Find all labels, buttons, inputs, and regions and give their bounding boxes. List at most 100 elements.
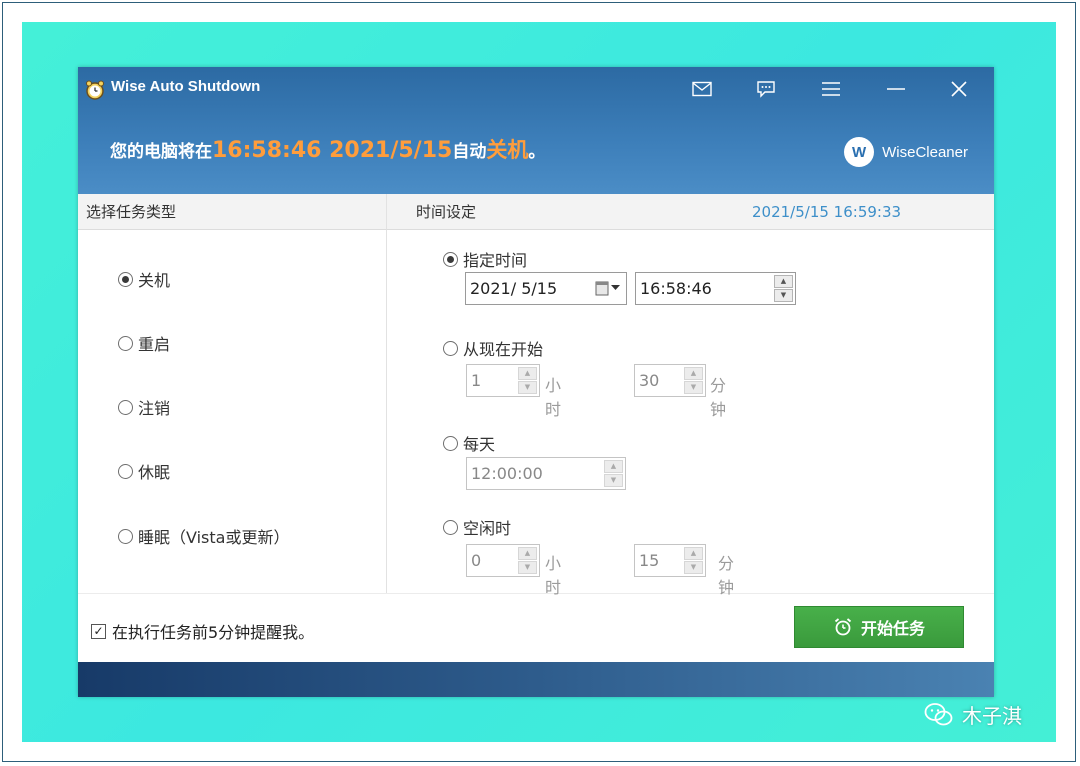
start-task-button[interactable]: 开始任务: [794, 606, 964, 648]
wechat-icon: [924, 702, 953, 725]
option-hibernate[interactable]: 休眠: [118, 459, 170, 483]
minutes-stepper[interactable]: ▲ ▼: [684, 367, 703, 394]
remind-checkbox[interactable]: ✓: [91, 623, 106, 639]
banner-action: 关机: [486, 138, 529, 162]
mail-icon: [692, 81, 712, 97]
current-time: 2021/5/15 16:59:33: [752, 203, 902, 221]
daily-time-value: 12:00:00: [471, 464, 543, 483]
date-value: 2021/ 5/15: [470, 279, 558, 298]
radio-specific-time[interactable]: [443, 251, 458, 267]
from-now-hours-field[interactable]: 1 ▲ ▼: [466, 364, 540, 397]
app-title: Wise Auto Shutdown: [111, 78, 261, 95]
option-label: 重启: [138, 335, 171, 354]
chevron-up-icon[interactable]: ▲: [684, 367, 703, 380]
watermark: 木子淇: [924, 700, 1022, 729]
banner-scheduled-time: 16:58:46 2021/5/15: [212, 138, 453, 163]
banner-suffix: 。: [528, 142, 546, 162]
option-shutdown[interactable]: 关机: [118, 267, 170, 291]
date-field[interactable]: 2021/ 5/15: [465, 272, 627, 305]
chevron-down-icon[interactable]: ▼: [518, 381, 537, 394]
menu-button[interactable]: [814, 75, 848, 103]
daily-time-field[interactable]: 12:00:00 ▲ ▼: [466, 457, 626, 490]
option-logoff[interactable]: 注销: [118, 395, 170, 419]
alarm-clock-icon: [86, 80, 104, 100]
time-settings-title: 时间设定: [416, 203, 477, 221]
title-bar: Wise Auto Shutdown 您的电脑将在16:58:46 2021/5…: [78, 67, 994, 194]
option-label: 空闲时: [463, 519, 512, 538]
time-settings-header: 时间设定 2021/5/15 16:59:33: [387, 194, 994, 230]
minutes-value: 30: [639, 371, 660, 390]
option-restart[interactable]: 重启: [118, 331, 170, 355]
task-type-header: 选择任务类型: [78, 194, 387, 230]
brand-name: WiseCleaner: [882, 143, 968, 161]
wisecleaner-logo-icon: W: [844, 137, 875, 167]
chevron-down-icon[interactable]: ▼: [684, 561, 703, 574]
mail-button[interactable]: [685, 75, 719, 103]
chevron-down-icon[interactable]: ▼: [518, 561, 537, 574]
option-label: 指定时间: [463, 251, 528, 270]
radio-idle[interactable]: [443, 519, 458, 535]
time-field[interactable]: 16:58:46 ▲ ▼: [635, 272, 796, 305]
hours-unit: 小时: [545, 376, 562, 419]
close-button[interactable]: [942, 75, 976, 103]
hamburger-menu-icon: [822, 82, 840, 96]
option-label: 注销: [138, 399, 171, 418]
calendar-icon: [595, 281, 609, 296]
time-stepper[interactable]: ▲ ▼: [774, 275, 793, 302]
radio-restart[interactable]: [118, 335, 133, 351]
idle-minutes-field[interactable]: 15 ▲ ▼: [634, 544, 706, 577]
radio-hibernate[interactable]: [118, 463, 133, 479]
bottom-bar: [78, 662, 994, 697]
option-label: 关机: [138, 271, 171, 290]
watermark-text: 木子淇: [962, 704, 1022, 728]
option-specific-time[interactable]: 指定时间: [443, 247, 527, 271]
message-icon: [757, 81, 775, 98]
task-type-panel: 关机 重启 注销 休眠 睡眠（Vista或更新）: [78, 230, 387, 593]
radio-logoff[interactable]: [118, 399, 133, 415]
chevron-up-icon[interactable]: ▲: [774, 275, 793, 288]
idle-hours-field[interactable]: 0 ▲ ▼: [466, 544, 540, 577]
task-type-title: 选择任务类型: [86, 203, 177, 221]
option-from-now[interactable]: 从现在开始: [443, 336, 543, 360]
option-label: 睡眠（Vista或更新）: [138, 528, 290, 547]
idle-hours-value: 0: [471, 551, 482, 570]
chevron-up-icon[interactable]: ▲: [684, 547, 703, 560]
option-label: 从现在开始: [463, 340, 544, 359]
radio-from-now[interactable]: [443, 340, 458, 356]
banner-middle: 自动: [452, 142, 487, 162]
option-label: 休眠: [138, 463, 171, 482]
radio-shutdown[interactable]: [118, 271, 133, 287]
chevron-up-icon[interactable]: ▲: [518, 547, 537, 560]
radio-sleep[interactable]: [118, 528, 133, 544]
chevron-down-icon: [611, 285, 620, 290]
remind-option[interactable]: ✓ 在执行任务前5分钟提醒我。: [91, 619, 314, 643]
hours-value: 1: [471, 371, 482, 390]
chevron-up-icon[interactable]: ▲: [518, 367, 537, 380]
calendar-dropdown[interactable]: [595, 280, 620, 296]
chevron-up-icon[interactable]: ▲: [604, 460, 623, 473]
idle-hours-stepper[interactable]: ▲ ▼: [518, 547, 537, 574]
option-sleep[interactable]: 睡眠（Vista或更新）: [118, 524, 289, 548]
banner-prefix: 您的电脑将在: [110, 142, 212, 162]
idle-hours-unit: 小时: [545, 554, 562, 597]
option-daily[interactable]: 每天: [443, 431, 495, 455]
footer: ✓ 在执行任务前5分钟提醒我。 开始任务: [78, 593, 994, 662]
idle-minutes-stepper[interactable]: ▲ ▼: [684, 547, 703, 574]
chevron-down-icon[interactable]: ▼: [774, 289, 793, 302]
idle-minutes-value: 15: [639, 551, 660, 570]
minutes-unit: 分钟: [710, 376, 727, 419]
minimize-button[interactable]: [879, 75, 913, 103]
chevron-down-icon[interactable]: ▼: [604, 474, 623, 487]
chevron-down-icon[interactable]: ▼: [684, 381, 703, 394]
option-idle[interactable]: 空闲时: [443, 515, 511, 539]
radio-daily[interactable]: [443, 435, 458, 451]
close-icon: [951, 81, 967, 97]
daily-stepper[interactable]: ▲ ▼: [604, 460, 623, 487]
alarm-clock-icon: [834, 618, 852, 636]
shutdown-banner: 您的电脑将在16:58:46 2021/5/15自动关机。: [110, 134, 545, 164]
wisecleaner-brand[interactable]: W WiseCleaner: [844, 137, 968, 167]
from-now-minutes-field[interactable]: 30 ▲ ▼: [634, 364, 706, 397]
feedback-button[interactable]: [749, 75, 783, 103]
time-value: 16:58:46: [640, 279, 712, 298]
hours-stepper[interactable]: ▲ ▼: [518, 367, 537, 394]
